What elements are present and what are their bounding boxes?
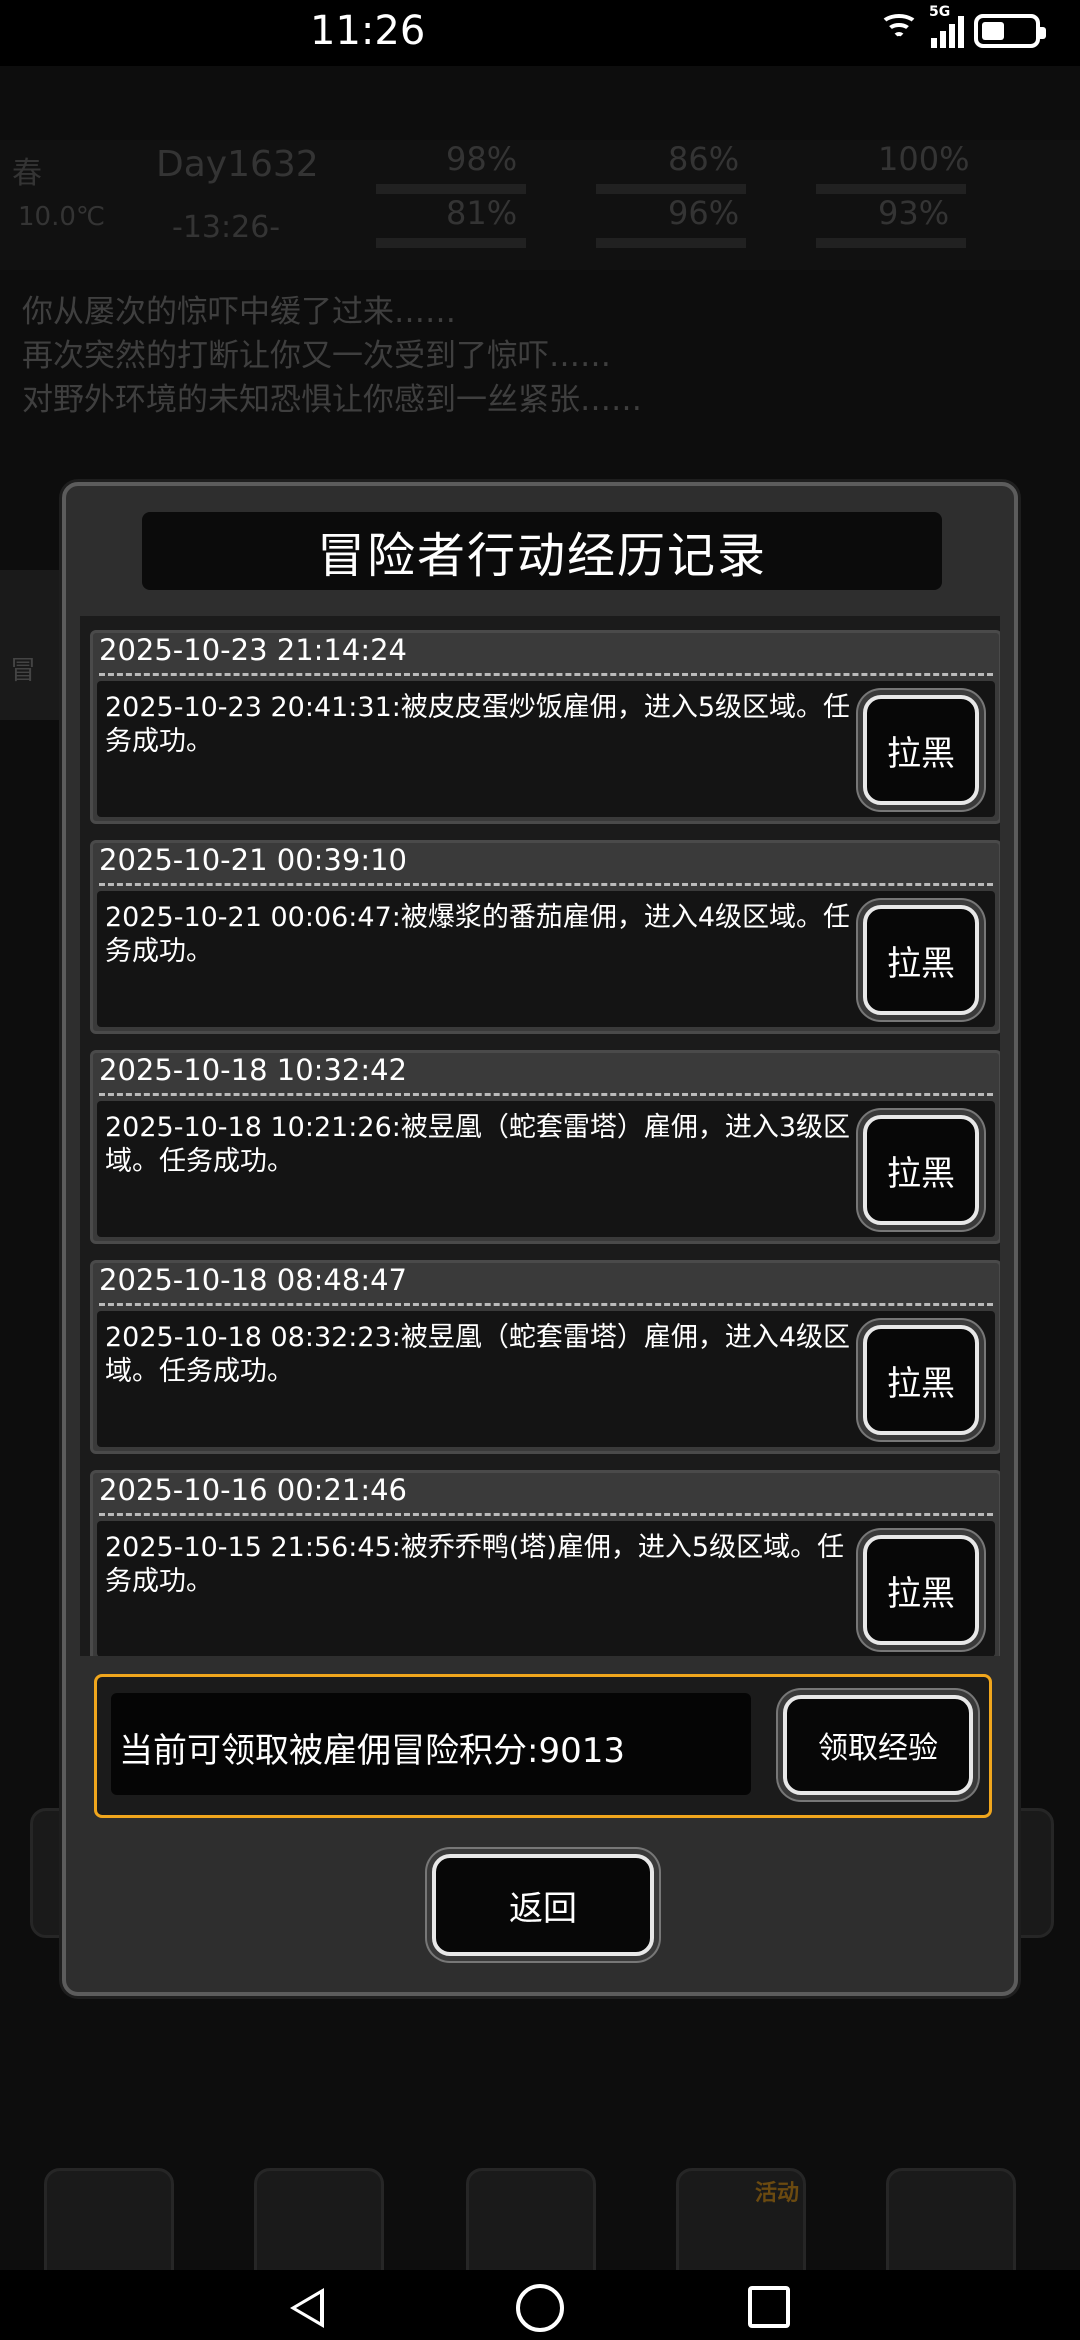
entry-text: 2025-10-18 08:32:23:被昱凰（蛇套雷塔）雇佣，进入4级区域。任… <box>105 1322 851 1387</box>
dashed-divider <box>99 1303 993 1306</box>
action-history-dialog: 冒险者行动经历记录 2025-10-23 21:14:24 2025-10-23… <box>62 482 1018 1996</box>
signal-icon: 5G <box>929 4 964 48</box>
system-nav-bar <box>0 2270 1080 2340</box>
temperature-label: 10.0℃ <box>18 202 106 232</box>
history-entry: 2025-10-18 08:48:47 2025-10-18 08:32:23:… <box>90 1260 1000 1454</box>
history-list[interactable]: 2025-10-23 21:14:24 2025-10-23 20:41:31:… <box>80 616 1000 1656</box>
entry-text: 2025-10-21 00:06:47:被爆浆的番茄雇佣，进入4级区域。任务成功… <box>105 902 851 967</box>
entry-timestamp: 2025-10-18 08:48:47 <box>99 1263 407 1297</box>
entry-timestamp: 2025-10-16 00:21:46 <box>99 1473 407 1507</box>
clock-label: -13:26- <box>172 210 281 245</box>
history-entry: 2025-10-21 00:39:10 2025-10-21 00:06:47:… <box>90 840 1000 1034</box>
back-button[interactable]: 返回 <box>432 1854 654 1956</box>
entry-body: 2025-10-18 08:32:23:被昱凰（蛇套雷塔）雇佣，进入4级区域。任… <box>97 1311 995 1447</box>
dashed-divider <box>99 1513 993 1516</box>
stat-value: 93% <box>878 194 950 232</box>
nav-recents-icon[interactable] <box>748 2286 790 2328</box>
entry-body: 2025-10-18 10:21:26:被昱凰（蛇套雷塔）雇佣，进入3级区域。任… <box>97 1101 995 1237</box>
history-entry: 2025-10-18 10:32:42 2025-10-18 10:21:26:… <box>90 1050 1000 1244</box>
dashed-divider <box>99 883 993 886</box>
claim-panel: 当前可领取被雇佣冒险积分:9013 领取经验 <box>94 1674 992 1818</box>
status-time: 11:26 <box>310 8 426 54</box>
season-label: 春 <box>12 156 42 191</box>
claim-experience-button[interactable]: 领取经验 <box>783 1695 973 1795</box>
activity-badge: 活动 <box>754 2181 799 2206</box>
stat-value: 81% <box>446 194 518 232</box>
background-hud: 春 10.0℃ Day1632 -13:26- 98% 86% 100% 81%… <box>0 140 1080 270</box>
dashed-divider <box>99 1093 993 1096</box>
entry-timestamp: 2025-10-23 21:14:24 <box>99 633 407 667</box>
background-log: 你从屡次的惊吓中缓了过来…… 再次突然的打断让你又一次受到了惊吓…… 对野外环境… <box>22 290 642 422</box>
side-tab: 冒 <box>0 570 60 720</box>
nav-home-icon[interactable] <box>516 2284 564 2332</box>
entry-body: 2025-10-21 00:06:47:被爆浆的番茄雇佣，进入4级区域。任务成功… <box>97 891 995 1027</box>
entry-body: 2025-10-15 21:56:45:被乔乔鸭(塔)雇佣，进入5级区域。任务成… <box>97 1521 995 1656</box>
dialog-title-bar: 冒险者行动经历记录 <box>142 512 942 590</box>
day-label: Day1632 <box>156 144 319 185</box>
history-entry: 2025-10-23 21:14:24 2025-10-23 20:41:31:… <box>90 630 1000 824</box>
entry-text: 2025-10-23 20:41:31:被皮皮蛋炒饭雇佣，进入5级区域。任务成功… <box>105 692 851 757</box>
entry-timestamp: 2025-10-21 00:39:10 <box>99 843 407 877</box>
log-line: 你从屡次的惊吓中缓了过来…… <box>22 294 456 330</box>
block-button[interactable]: 拉黑 <box>863 1325 979 1435</box>
status-bar: 11:26 5G <box>0 0 1080 66</box>
block-button[interactable]: 拉黑 <box>863 905 979 1015</box>
nav-back-icon[interactable] <box>290 2288 324 2328</box>
block-button[interactable]: 拉黑 <box>863 1115 979 1225</box>
log-line: 对野外环境的未知恐惧让你感到一丝紧张…… <box>22 382 642 418</box>
dialog-title: 冒险者行动经历记录 <box>316 528 767 584</box>
claimable-points-label: 当前可领取被雇佣冒险积分:9013 <box>119 1731 625 1771</box>
wifi-icon <box>877 14 921 48</box>
stat-value: 96% <box>668 194 740 232</box>
stat-value: 86% <box>668 140 740 178</box>
stat-value: 98% <box>446 140 518 178</box>
claim-text-box: 当前可领取被雇佣冒险积分:9013 <box>111 1693 751 1795</box>
entry-timestamp: 2025-10-18 10:32:42 <box>99 1053 407 1087</box>
status-icons: 5G <box>877 4 1046 48</box>
block-button[interactable]: 拉黑 <box>863 695 979 805</box>
entry-text: 2025-10-15 21:56:45:被乔乔鸭(塔)雇佣，进入5级区域。任务成… <box>105 1532 845 1597</box>
entry-text: 2025-10-18 10:21:26:被昱凰（蛇套雷塔）雇佣，进入3级区域。任… <box>105 1112 851 1177</box>
side-tab-label: 冒 <box>10 656 37 686</box>
stat-value: 100% <box>878 140 970 178</box>
network-type: 5G <box>929 4 951 20</box>
battery-icon <box>974 14 1046 48</box>
history-entry: 2025-10-16 00:21:46 2025-10-15 21:56:45:… <box>90 1470 1000 1656</box>
log-line: 再次突然的打断让你又一次受到了惊吓…… <box>22 338 611 374</box>
block-button[interactable]: 拉黑 <box>863 1535 979 1645</box>
entry-body: 2025-10-23 20:41:31:被皮皮蛋炒饭雇佣，进入5级区域。任务成功… <box>97 681 995 817</box>
dashed-divider <box>99 673 993 676</box>
